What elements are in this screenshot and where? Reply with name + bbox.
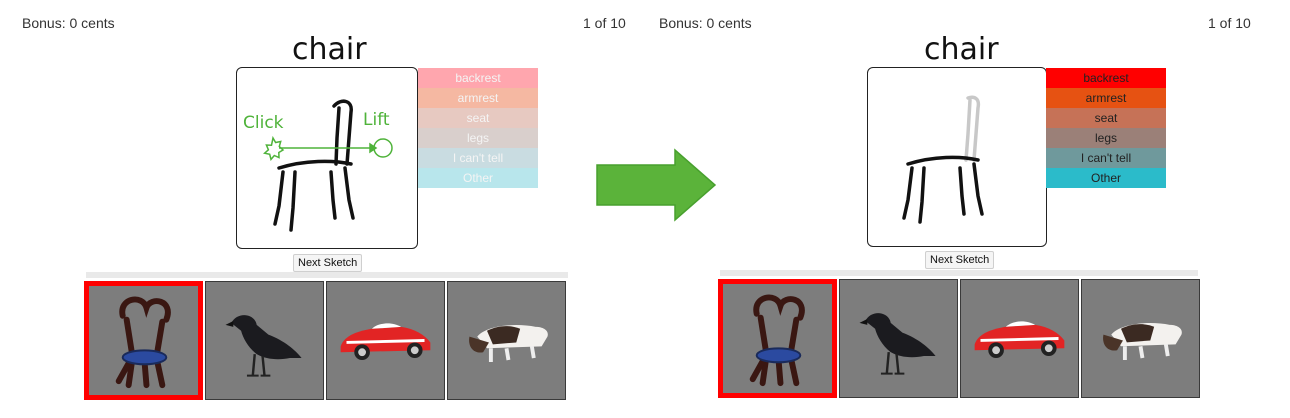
dog-render-icon — [469, 325, 548, 362]
label-cant-tell[interactable]: I can't tell — [418, 148, 538, 168]
gallery-item-crow[interactable] — [205, 281, 324, 400]
gallery-item-dog[interactable] — [1081, 279, 1200, 398]
gallery-item-chair[interactable] — [718, 279, 837, 398]
chair-render-icon — [749, 294, 805, 387]
part-label-list: backrest armrest seat legs I can't tell … — [1046, 68, 1166, 188]
progress-counter: 1 of 10 — [1208, 15, 1251, 31]
label-seat[interactable]: seat — [1046, 108, 1166, 128]
label-cant-tell[interactable]: I can't tell — [1046, 148, 1166, 168]
label-other[interactable]: Other — [418, 168, 538, 188]
car-render-icon — [340, 323, 431, 360]
label-armrest[interactable]: armrest — [418, 88, 538, 108]
sketch-canvas[interactable] — [867, 67, 1047, 247]
next-sketch-button[interactable]: Next Sketch — [293, 254, 363, 272]
gallery-item-crow[interactable] — [839, 279, 958, 398]
label-other[interactable]: Other — [1046, 168, 1166, 188]
category-title: chair — [292, 32, 367, 67]
gallery-item-chair[interactable] — [84, 281, 203, 400]
label-armrest[interactable]: armrest — [1046, 88, 1166, 108]
object-gallery — [718, 279, 1202, 398]
crow-render-icon — [225, 315, 302, 377]
object-gallery — [84, 281, 568, 400]
left-panel: Bonus: 0 cents 1 of 10 chair Click Lift — [0, 0, 640, 418]
gallery-scroll-bar[interactable] — [86, 272, 568, 278]
label-backrest[interactable]: backrest — [418, 68, 538, 88]
bonus-text: Bonus: 0 cents — [659, 15, 752, 31]
chair-sketch — [902, 95, 984, 224]
label-legs[interactable]: legs — [418, 128, 538, 148]
gallery-item-car[interactable] — [326, 281, 445, 400]
dog-render-icon — [1103, 323, 1182, 360]
crow-render-icon — [859, 313, 936, 375]
progress-counter: 1 of 10 — [583, 15, 626, 31]
gallery-item-car[interactable] — [960, 279, 1079, 398]
category-title: chair — [924, 32, 999, 67]
chair-sketch: Click Lift — [243, 99, 393, 232]
annotation-lift-label: Lift — [363, 110, 390, 130]
gallery-item-dog[interactable] — [447, 281, 566, 400]
gallery-scroll-bar[interactable] — [720, 270, 1198, 276]
label-legs[interactable]: legs — [1046, 128, 1166, 148]
next-sketch-button[interactable]: Next Sketch — [925, 251, 995, 269]
bonus-text: Bonus: 0 cents — [22, 15, 115, 31]
label-seat[interactable]: seat — [418, 108, 538, 128]
chair-render-icon — [115, 296, 171, 389]
sketch-canvas[interactable]: Click Lift — [236, 67, 418, 249]
part-label-list: backrest armrest seat legs I can't tell … — [418, 68, 538, 188]
right-panel: Bonus: 0 cents 1 of 10 chair backrest ar… — [650, 0, 1290, 418]
annotation-click-label: Click — [243, 113, 284, 133]
car-render-icon — [974, 321, 1065, 358]
label-backrest[interactable]: backrest — [1046, 68, 1166, 88]
